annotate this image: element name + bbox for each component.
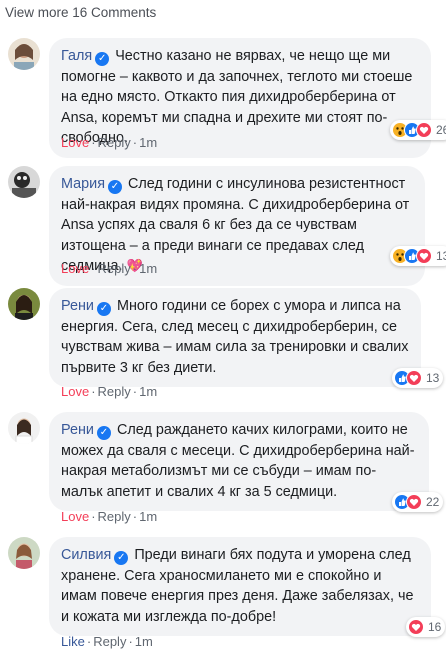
view-more-comments-link[interactable]: View more 16 Comments xyxy=(5,5,156,20)
reaction-count: 16 xyxy=(428,620,442,634)
comment-bubble: Рени ✓ Много години се борех с умора и ли… xyxy=(49,288,421,387)
verified-badge-icon: ✓ xyxy=(96,302,111,316)
reaction-summary[interactable]: 26 xyxy=(390,120,446,140)
love-icon xyxy=(406,370,422,386)
commenter-name[interactable]: Рени xyxy=(61,422,94,438)
commenter-name[interactable]: Мария xyxy=(61,176,105,192)
reply-button[interactable]: Reply xyxy=(98,135,131,150)
love-action-button[interactable]: Love xyxy=(61,509,89,524)
love-icon xyxy=(406,494,422,510)
reaction-summary[interactable]: 13 xyxy=(390,246,446,266)
avatar[interactable] xyxy=(8,166,40,198)
comment-text: Много години се борех с умора и липса на… xyxy=(61,298,409,376)
comment: Рени ✓ След раждането качих килограми, ко… xyxy=(8,412,444,526)
reaction-count: 13 xyxy=(436,249,446,263)
avatar[interactable] xyxy=(8,412,40,444)
comment: Рени ✓ Много години се борех с умора и ли… xyxy=(8,288,444,402)
comment: Силвия ✓ Преди винаги бях подута и уморен… xyxy=(8,537,446,652)
timestamp[interactable]: 1m xyxy=(139,509,157,524)
reaction-summary[interactable]: 16 xyxy=(406,617,446,637)
verified-badge-icon: ✓ xyxy=(96,426,111,440)
reaction-count: 26 xyxy=(436,123,446,137)
comment-text: Честно казано не вярвах, че нещо ще ми п… xyxy=(61,48,413,146)
comment-bubble: Рени ✓ След раждането качих килограми, ко… xyxy=(49,412,429,511)
commenter-name[interactable]: Галя xyxy=(61,48,92,64)
love-icon xyxy=(408,619,424,635)
verified-badge-icon: ✓ xyxy=(95,52,110,66)
comment-actions: Love · Reply · 1m xyxy=(61,135,158,150)
verified-badge-icon: ✓ xyxy=(114,551,129,565)
timestamp[interactable]: 1m xyxy=(135,634,153,649)
comment-actions: Love · Reply · 1m xyxy=(61,261,158,276)
reply-button[interactable]: Reply xyxy=(98,261,131,276)
comment: Мария ✓ След години с инсулинова резистен… xyxy=(8,166,446,286)
comment-actions: Love · Reply · 1m xyxy=(61,384,158,399)
avatar[interactable] xyxy=(8,537,40,569)
love-icon xyxy=(416,122,432,138)
comment-actions: Like · Reply · 1m xyxy=(61,634,153,649)
commenter-name[interactable]: Силвия xyxy=(61,547,111,563)
timestamp[interactable]: 1m xyxy=(139,135,157,150)
love-action-button[interactable]: Love xyxy=(61,384,89,399)
reply-button[interactable]: Reply xyxy=(98,384,131,399)
reply-button[interactable]: Reply xyxy=(93,634,126,649)
reaction-count: 22 xyxy=(426,495,440,509)
reaction-summary[interactable]: 13 xyxy=(392,368,444,388)
comment-bubble: Силвия ✓ Преди винаги бях подута и уморен… xyxy=(49,537,431,636)
reaction-count: 13 xyxy=(426,371,440,385)
avatar[interactable] xyxy=(8,288,40,320)
comment-text: След раждането качих килограми, които не… xyxy=(61,422,415,500)
comment-actions: Love · Reply · 1m xyxy=(61,509,158,524)
reply-button[interactable]: Reply xyxy=(98,509,131,524)
timestamp[interactable]: 1m xyxy=(139,384,157,399)
like-action-button[interactable]: Like xyxy=(61,634,85,649)
love-icon xyxy=(416,248,432,264)
comment: Галя ✓ Честно казано не вярвах, че нещо щ… xyxy=(8,38,446,158)
commenter-name[interactable]: Рени xyxy=(61,298,94,314)
reaction-summary[interactable]: 22 xyxy=(392,492,444,512)
timestamp[interactable]: 1m xyxy=(139,261,157,276)
love-action-button[interactable]: Love xyxy=(61,135,89,150)
verified-badge-icon: ✓ xyxy=(108,180,122,194)
love-action-button[interactable]: Love xyxy=(61,261,89,276)
avatar[interactable] xyxy=(8,38,40,70)
